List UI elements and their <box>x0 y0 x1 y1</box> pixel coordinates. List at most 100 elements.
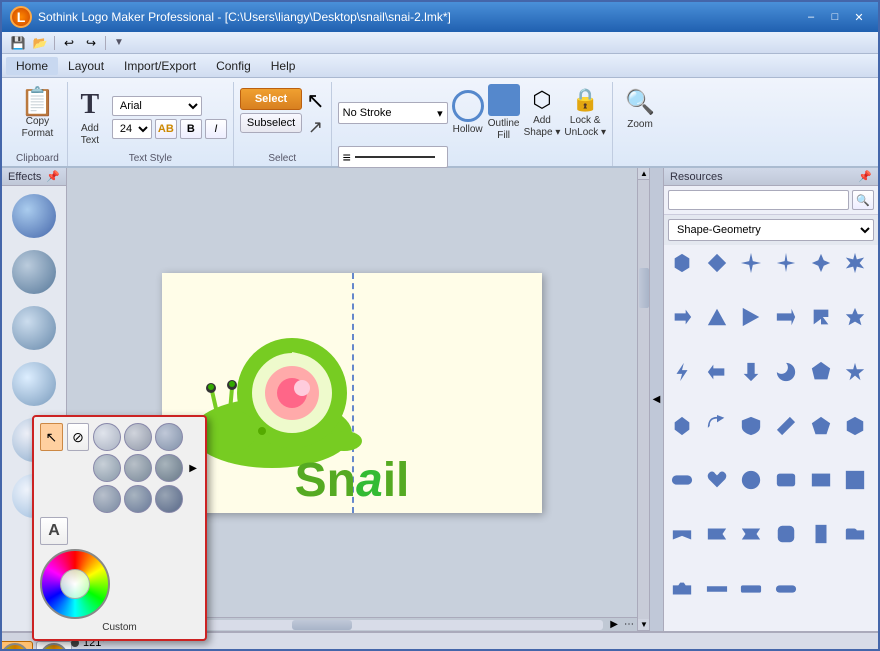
category-select[interactable]: Shape-Geometry <box>668 219 874 241</box>
shape-arrow-down[interactable] <box>737 358 765 386</box>
add-text-button[interactable]: T AddText <box>74 85 106 151</box>
shape-banner2[interactable] <box>703 520 731 548</box>
shape-triangle-up[interactable] <box>737 303 765 331</box>
right-expand-button[interactable]: ◀ <box>649 168 663 631</box>
no-stroke-button[interactable]: ⊘ <box>67 423 90 451</box>
shape-star4c[interactable] <box>807 249 835 277</box>
expand-arrow[interactable]: ▶ <box>187 423 199 513</box>
open-button[interactable]: 📂 <box>30 34 50 52</box>
shape-wide-rect2[interactable] <box>737 575 765 603</box>
add-shape-button[interactable]: ⬡ <box>532 87 551 113</box>
expand-icon[interactable]: ⋯ <box>621 619 637 630</box>
shape-star4b[interactable] <box>772 249 800 277</box>
menu-import-export[interactable]: Import/Export <box>114 57 206 75</box>
italic-button[interactable]: I <box>205 119 227 139</box>
scroll-thumb[interactable] <box>292 620 352 630</box>
bold-button[interactable]: B <box>180 119 202 139</box>
lock-unlock-button[interactable]: 🔒 <box>572 87 599 113</box>
shape-star4a[interactable] <box>737 249 765 277</box>
shape-wide-rect[interactable] <box>703 575 731 603</box>
vertical-scrollbar[interactable]: ▲ ▼ <box>637 168 649 631</box>
v-scroll-thumb[interactable] <box>639 268 649 308</box>
menu-help[interactable]: Help <box>261 57 306 75</box>
effect-item-3[interactable] <box>12 306 56 350</box>
color-circle-5[interactable] <box>124 454 152 482</box>
color-circle-2[interactable] <box>124 423 152 451</box>
shape-hexagon[interactable] <box>668 249 696 277</box>
menu-home[interactable]: Home <box>6 57 58 75</box>
close-button[interactable]: ✕ <box>848 8 870 26</box>
color-wheel[interactable] <box>40 549 110 619</box>
effects-pin-icon[interactable]: 📌 <box>46 170 60 183</box>
shape-rounded-square[interactable] <box>772 520 800 548</box>
font-name-select[interactable]: Arial <box>112 96 202 116</box>
outline-fill-button[interactable] <box>488 84 520 116</box>
search-input[interactable] <box>668 190 849 210</box>
shape-arrow-right[interactable] <box>668 303 696 331</box>
shape-arrow-left[interactable] <box>703 358 731 386</box>
color-circle-9[interactable] <box>155 485 183 513</box>
color-circle-4[interactable] <box>93 454 121 482</box>
shape-triangle[interactable] <box>703 303 731 331</box>
subselect-arrow-icon[interactable]: ↗ <box>308 117 323 138</box>
zoom-button[interactable]: 🔍 Zoom <box>619 84 661 135</box>
shape-banner3[interactable] <box>737 520 765 548</box>
select-button[interactable]: Select <box>240 88 302 110</box>
shape-diamond4[interactable] <box>703 249 731 277</box>
color-circle-1[interactable] <box>93 423 121 451</box>
minimize-button[interactable]: – <box>800 8 822 26</box>
shape-banner1[interactable] <box>668 520 696 548</box>
effect-item-4[interactable] <box>12 362 56 406</box>
color-circle-3[interactable] <box>155 423 183 451</box>
menu-layout[interactable]: Layout <box>58 57 114 75</box>
shape-star6a[interactable] <box>841 249 869 277</box>
shape-crescent[interactable] <box>772 358 800 386</box>
font-color-button[interactable]: AB <box>155 119 177 139</box>
cursor-tool[interactable]: ↖ <box>40 423 63 451</box>
color-circle-6[interactable] <box>155 454 183 482</box>
color-circle-8[interactable] <box>124 485 152 513</box>
scroll-right-button[interactable]: ▶ <box>607 619 621 630</box>
shape-pentagon[interactable] <box>807 412 835 440</box>
shape-shield[interactable] <box>737 412 765 440</box>
copy-format-button[interactable]: 📋 CopyFormat <box>14 84 61 144</box>
shape-star3[interactable] <box>841 303 869 331</box>
shape-lightning[interactable] <box>668 358 696 386</box>
menu-config[interactable]: Config <box>206 57 261 75</box>
shape-rect2[interactable] <box>841 466 869 494</box>
shape-diamond5[interactable] <box>807 358 835 386</box>
save-button[interactable]: 💾 <box>8 34 28 52</box>
shape-rect-tall[interactable] <box>807 520 835 548</box>
shape-wide-rect3[interactable] <box>772 575 800 603</box>
shape-rect[interactable] <box>807 466 835 494</box>
effect-item-1[interactable] <box>12 194 56 238</box>
align-icon[interactable]: ≡ <box>343 149 351 165</box>
shape-diamond7[interactable] <box>772 412 800 440</box>
shape-rounded-rect[interactable] <box>772 466 800 494</box>
no-stroke-dropdown[interactable]: No Stroke ▾ <box>338 102 448 124</box>
color-circle-7[interactable] <box>93 485 121 513</box>
effect-item-2[interactable] <box>12 250 56 294</box>
redo-button[interactable]: ↪ <box>81 34 101 52</box>
shape-arrow-right2[interactable] <box>772 303 800 331</box>
maximize-button[interactable]: □ <box>824 8 846 26</box>
shape-arrow-diag[interactable] <box>807 303 835 331</box>
shape-circle[interactable] <box>737 466 765 494</box>
hollow-button[interactable] <box>452 90 484 122</box>
shape-heart[interactable] <box>703 466 731 494</box>
subselect-button[interactable]: Subselect <box>240 113 302 133</box>
shape-tab1[interactable] <box>841 520 869 548</box>
select-arrow-icon[interactable]: ↖ <box>306 88 324 114</box>
v-scroll-track[interactable] <box>638 180 649 619</box>
resources-pin-icon[interactable]: 📌 <box>858 170 872 183</box>
shape-tab2[interactable] <box>668 575 696 603</box>
undo-button[interactable]: ↩ <box>59 34 79 52</box>
gradient-tool-button[interactable] <box>0 641 33 651</box>
text-a-button[interactable]: A <box>40 517 68 545</box>
shape-hexagon2[interactable] <box>841 412 869 440</box>
search-button[interactable]: 🔍 <box>852 190 874 210</box>
shape-arrow-curve[interactable] <box>703 412 731 440</box>
shape-diamond6[interactable] <box>668 412 696 440</box>
font-size-select[interactable]: 24 <box>112 119 152 139</box>
shape-rounded-rect-wide[interactable] <box>668 466 696 494</box>
